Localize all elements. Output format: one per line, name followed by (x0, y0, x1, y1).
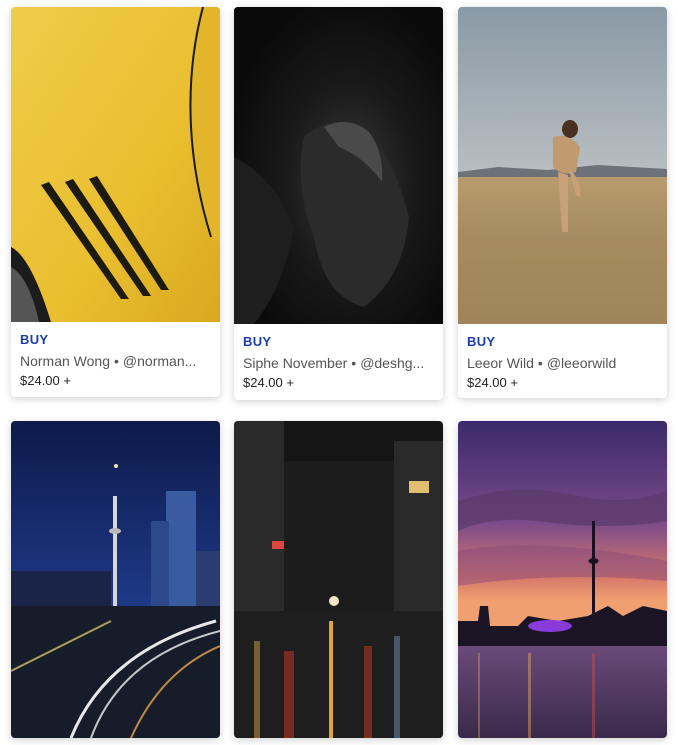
photo-rainy-street[interactable] (234, 421, 443, 738)
photo-credit[interactable]: Siphe November • @deshg... (243, 354, 434, 372)
separator: • (537, 355, 543, 371)
price: $24.00 + (20, 373, 71, 388)
author-name[interactable]: Siphe November (243, 355, 347, 371)
photo-credit[interactable]: Leeor Wild • @leeorwild (467, 354, 658, 372)
photo-card[interactable] (458, 421, 667, 738)
author-handle[interactable]: @deshg... (360, 355, 424, 371)
photo-credit[interactable]: Norman Wong • @norman... (20, 352, 211, 370)
photo-image (458, 421, 667, 738)
photo-card[interactable]: BUY Leeor Wild • @leeorwild $24.00 + (458, 7, 667, 398)
buy-link[interactable]: BUY (467, 334, 658, 350)
photo-card[interactable]: BUY Siphe November • @deshg... $24.00 + (234, 7, 443, 400)
price: $24.00 + (467, 375, 518, 390)
photo-image (458, 7, 667, 324)
photo-woman-in-field[interactable] (458, 7, 667, 324)
photo-yellow-car[interactable] (11, 7, 220, 322)
author-handle[interactable]: @norman... (123, 353, 196, 369)
price: $24.00 + (243, 375, 294, 390)
author-handle[interactable]: @leeorwild (547, 355, 616, 371)
separator: • (114, 353, 119, 369)
photo-dark-portrait[interactable] (234, 7, 443, 324)
photo-image (11, 421, 220, 738)
photo-image (11, 7, 220, 322)
buy-link[interactable]: BUY (20, 332, 211, 348)
buy-link[interactable]: BUY (243, 334, 434, 350)
author-name[interactable]: Norman Wong (20, 353, 110, 369)
photo-card[interactable] (234, 421, 443, 738)
separator: • (351, 355, 357, 371)
photo-sunset-tower[interactable] (458, 421, 667, 738)
photo-image (234, 421, 443, 738)
author-name[interactable]: Leeor Wild (467, 355, 534, 371)
photo-card[interactable] (11, 421, 220, 738)
photo-card[interactable]: BUY Norman Wong • @norman... $24.00 + (11, 7, 220, 397)
photo-city-night-skyline[interactable] (11, 421, 220, 738)
photo-image (234, 7, 443, 324)
